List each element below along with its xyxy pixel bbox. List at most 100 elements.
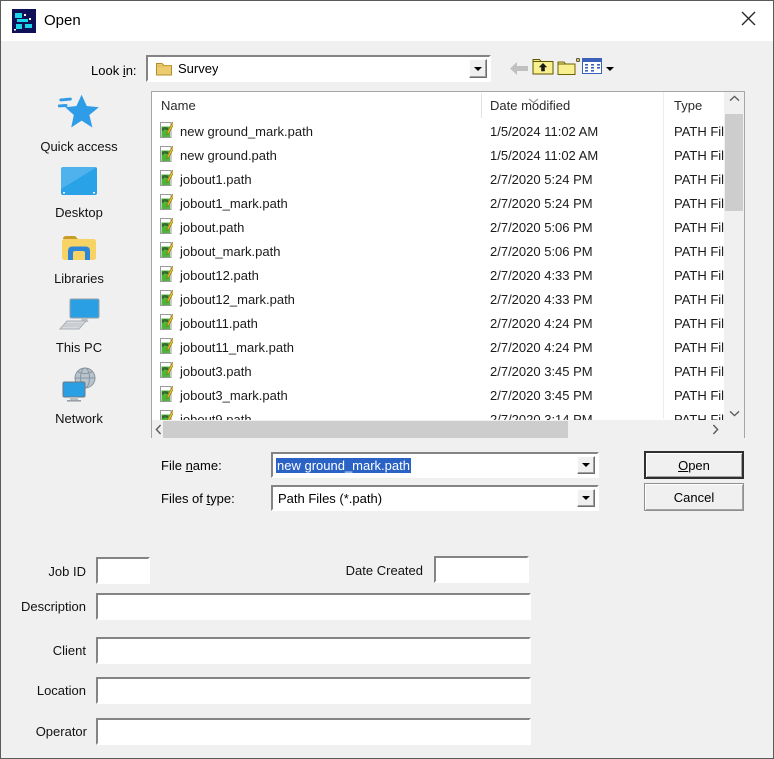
scroll-down-icon[interactable] (724, 410, 744, 417)
files-of-type-value: Path Files (*.path) (273, 491, 382, 506)
scroll-left-icon[interactable] (155, 420, 162, 439)
up-one-level-button[interactable] (532, 56, 554, 80)
view-menu-caret-icon (606, 67, 614, 71)
caret-down-icon (474, 67, 482, 71)
horizontal-scroll-thumb[interactable] (163, 421, 568, 438)
file-date-cell: 1/5/2024 11:02 AM (481, 124, 663, 139)
back-button (508, 61, 530, 81)
file-name-cell: jobout_mark.path (180, 244, 280, 259)
files-of-type-combobox[interactable]: Path Files (*.path) (271, 485, 599, 511)
libraries-icon (60, 232, 98, 268)
file-row[interactable]: jobout12_mark.path 2/7/2020 4:33 PM PATH… (152, 287, 725, 311)
file-date-cell: 2/7/2020 4:24 PM (481, 340, 663, 355)
folder-icon (155, 61, 173, 76)
file-type-cell: PATH Fil (663, 172, 725, 187)
scrollbar-corner (723, 420, 744, 439)
file-row[interactable]: jobout11_mark.path 2/7/2020 4:24 PM PATH… (152, 335, 725, 359)
file-row[interactable]: jobout.path 2/7/2020 5:06 PM PATH Fil (152, 215, 725, 239)
file-type-cell: PATH Fil (663, 316, 725, 331)
date-created-field[interactable] (434, 556, 529, 583)
sidebar-item-quick-access[interactable]: Quick access (25, 93, 133, 154)
file-name-cell: jobout12_mark.path (180, 292, 295, 307)
file-name-cell: jobout3.path (180, 364, 252, 379)
path-file-icon (160, 338, 173, 357)
description-field[interactable] (96, 593, 531, 620)
file-row[interactable]: jobout1.path 2/7/2020 5:24 PM PATH Fil (152, 167, 725, 191)
quick-access-icon (58, 93, 100, 136)
operator-label: Operator (1, 724, 87, 739)
path-file-icon (160, 146, 173, 165)
file-name-label: File name: (161, 458, 222, 473)
path-file-icon (160, 410, 173, 421)
file-name-cell: new ground_mark.path (180, 124, 313, 139)
file-row[interactable]: jobout3_mark.path 2/7/2020 3:45 PM PATH … (152, 383, 725, 407)
sort-descending-icon (528, 92, 539, 107)
scroll-up-icon[interactable] (724, 95, 744, 102)
column-header-name[interactable]: Name (161, 98, 196, 113)
file-list-header: Name Date modified Type (152, 92, 723, 119)
column-header-type[interactable]: Type (674, 98, 702, 113)
close-button[interactable] (733, 7, 763, 35)
operator-field[interactable] (96, 718, 531, 745)
file-type-cell: PATH Fil (663, 388, 725, 403)
client-field[interactable] (96, 637, 531, 664)
sidebar-item-desktop[interactable]: Desktop (25, 166, 133, 220)
file-date-cell: 2/7/2020 5:06 PM (481, 244, 663, 259)
close-icon (741, 11, 756, 31)
open-dialog: Open Look in: Survey Quick access Deskto (0, 0, 774, 759)
file-name-value[interactable]: new ground_mark.path (273, 458, 411, 473)
sidebar-item-label: Libraries (54, 271, 104, 286)
client-label: Client (1, 643, 86, 658)
file-row[interactable]: jobout11.path 2/7/2020 4:24 PM PATH Fil (152, 311, 725, 335)
open-button[interactable]: Open (644, 451, 744, 479)
file-date-cell: 2/7/2020 4:24 PM (481, 316, 663, 331)
vertical-scroll-thumb[interactable] (725, 114, 743, 211)
file-date-cell: 2/7/2020 3:45 PM (481, 388, 663, 403)
cancel-button[interactable]: Cancel (644, 483, 744, 511)
file-type-cell: PATH Fil (663, 244, 725, 259)
file-name-combobox[interactable]: new ground_mark.path (271, 452, 599, 478)
sidebar-item-this-pc[interactable]: This PC (25, 298, 133, 355)
file-row[interactable]: jobout1_mark.path 2/7/2020 5:24 PM PATH … (152, 191, 725, 215)
file-row[interactable]: new ground_mark.path 1/5/2024 11:02 AM P… (152, 119, 725, 143)
file-row[interactable]: jobout_mark.path 2/7/2020 5:06 PM PATH F… (152, 239, 725, 263)
sidebar-item-network[interactable]: Network (25, 367, 133, 426)
file-row[interactable]: jobout12.path 2/7/2020 4:33 PM PATH Fil (152, 263, 725, 287)
look-in-dropdown-button[interactable] (469, 59, 487, 78)
sidebar-item-label: Desktop (55, 205, 103, 220)
file-type-cell: PATH Fil (663, 196, 725, 211)
vertical-scrollbar[interactable] (724, 92, 744, 420)
location-field[interactable] (96, 677, 531, 704)
files-of-type-label: Files of type: (161, 491, 235, 506)
path-file-icon (160, 194, 173, 213)
scroll-right-icon[interactable] (712, 420, 719, 439)
places-sidebar: Quick access Desktop Libraries This PC N… (25, 93, 133, 426)
path-file-icon (160, 314, 173, 333)
look-in-combobox[interactable]: Survey (146, 55, 491, 82)
sidebar-item-libraries[interactable]: Libraries (25, 232, 133, 286)
network-icon (59, 367, 99, 408)
file-name-cell: jobout12.path (180, 268, 259, 283)
column-divider[interactable] (481, 93, 482, 118)
location-label: Location (1, 683, 86, 698)
new-folder-button[interactable] (557, 56, 581, 81)
path-file-icon (160, 122, 173, 141)
caret-down-icon (582, 496, 590, 500)
file-name-cell: jobout3_mark.path (180, 388, 288, 403)
description-label: Description (1, 599, 86, 614)
file-date-cell: 2/7/2020 4:33 PM (481, 292, 663, 307)
up-folder-icon (532, 56, 554, 80)
file-type-cell: PATH Fil (663, 292, 725, 307)
file-row[interactable]: jobout3.path 2/7/2020 3:45 PM PATH Fil (152, 359, 725, 383)
file-rows: new ground_mark.path 1/5/2024 11:02 AM P… (152, 119, 725, 420)
path-file-icon (160, 290, 173, 309)
file-row[interactable]: new ground.path 1/5/2024 11:02 AM PATH F… (152, 143, 725, 167)
view-menu-button[interactable] (582, 58, 614, 79)
horizontal-scrollbar[interactable] (152, 420, 725, 439)
job-id-field[interactable] (96, 557, 150, 584)
date-created-label: Date Created (301, 563, 423, 578)
files-of-type-dropdown-button[interactable] (577, 489, 595, 507)
file-name-dropdown-button[interactable] (577, 456, 595, 474)
file-row[interactable]: jobout9.path 2/7/2020 3:14 PM PATH Fil (152, 407, 725, 420)
sidebar-item-label: Network (55, 411, 103, 426)
